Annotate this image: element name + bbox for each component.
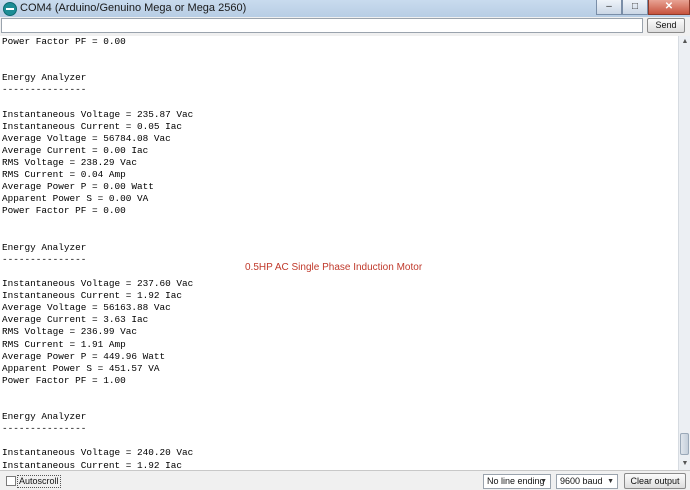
output-line: --------------- (2, 84, 87, 96)
output-line: Apparent Power S = 0.00 VA (2, 193, 149, 205)
output-line: Instantaneous Current = 1.92 Iac (2, 459, 183, 471)
scrollbar-thumb[interactable] (680, 433, 689, 455)
chevron-down-icon: ▼ (540, 478, 547, 485)
output-line: Apparent Power S = 451.57 VA (2, 362, 160, 374)
output-line: Average Voltage = 56784.08 Vac (2, 132, 171, 144)
motor-annotation: 0.5HP AC Single Phase Induction Motor (245, 262, 423, 273)
output-line: RMS Voltage = 238.29 Vac (2, 157, 138, 168)
line-ending-value: No line ending (487, 476, 545, 486)
output-line: --------------- (2, 423, 87, 435)
title-bar: COM4 (Arduino/Genuino Mega or Mega 2560)… (0, 0, 690, 17)
output-line: Average Power P = 449.96 Watt (2, 350, 166, 362)
output-line: Instantaneous Current = 0.05 Iac (2, 120, 183, 132)
clear-output-button[interactable]: Clear output (624, 473, 686, 489)
output-line: Power Factor PF = 0.00 (2, 205, 126, 217)
output-line: Average Voltage = 56163.88 Vac (2, 302, 171, 314)
close-button[interactable]: ✕ (648, 0, 690, 15)
output-line: Energy Analyzer (2, 241, 87, 253)
output-line: RMS Current = 0.04 Amp (2, 169, 126, 181)
autoscroll-label[interactable]: Autoscroll (17, 475, 61, 488)
scroll-down-icon[interactable]: ▼ (680, 459, 690, 469)
output-line: Average Current = 3.63 Iac (2, 314, 149, 326)
send-button[interactable]: Send (647, 18, 685, 33)
output-line: Power Factor PF = 0.00 (2, 36, 126, 47)
output-line: --------------- (2, 253, 87, 265)
output-line: Energy Analyzer (2, 411, 87, 423)
send-row: Send (0, 17, 690, 37)
scroll-up-icon[interactable]: ▲ (680, 37, 690, 47)
line-ending-select[interactable]: No line ending ▼ (483, 474, 551, 489)
autoscroll-checkbox[interactable] (6, 476, 16, 486)
window-controls: – □ ✕ (596, 0, 690, 17)
output-line: Instantaneous Voltage = 240.20 Vac (2, 447, 194, 459)
arduino-icon (3, 2, 17, 16)
window-title: COM4 (Arduino/Genuino Mega or Mega 2560) (20, 2, 247, 14)
baud-rate-select[interactable]: 9600 baud ▼ (556, 474, 618, 489)
chevron-down-icon: ▼ (607, 478, 614, 485)
output-line: Instantaneous Current = 1.92 Iac (2, 290, 183, 302)
serial-output[interactable]: 0.5HP AC Single Phase Induction Motor Po… (0, 36, 678, 470)
maximize-button[interactable]: □ (622, 0, 648, 15)
minimize-button[interactable]: – (596, 0, 622, 15)
baud-rate-value: 9600 baud (560, 476, 603, 486)
output-line: RMS Current = 1.91 Amp (2, 338, 126, 350)
output-line: Instantaneous Voltage = 235.87 Vac (2, 108, 194, 120)
output-line: Average Current = 0.00 Iac (2, 144, 149, 156)
output-line: Power Factor PF = 1.00 (2, 374, 126, 386)
output-line: RMS Voltage = 236.99 Vac (2, 326, 138, 338)
output-line: Energy Analyzer (2, 72, 87, 84)
bottom-bar: Autoscroll No line ending ▼ 9600 baud ▼ … (0, 470, 690, 490)
output-line: Average Power P = 0.00 Watt (2, 181, 154, 193)
serial-input[interactable] (1, 18, 643, 33)
output-line: Instantaneous Voltage = 237.60 Vac (2, 278, 194, 289)
vertical-scrollbar[interactable]: ▲ ▼ (678, 36, 690, 470)
